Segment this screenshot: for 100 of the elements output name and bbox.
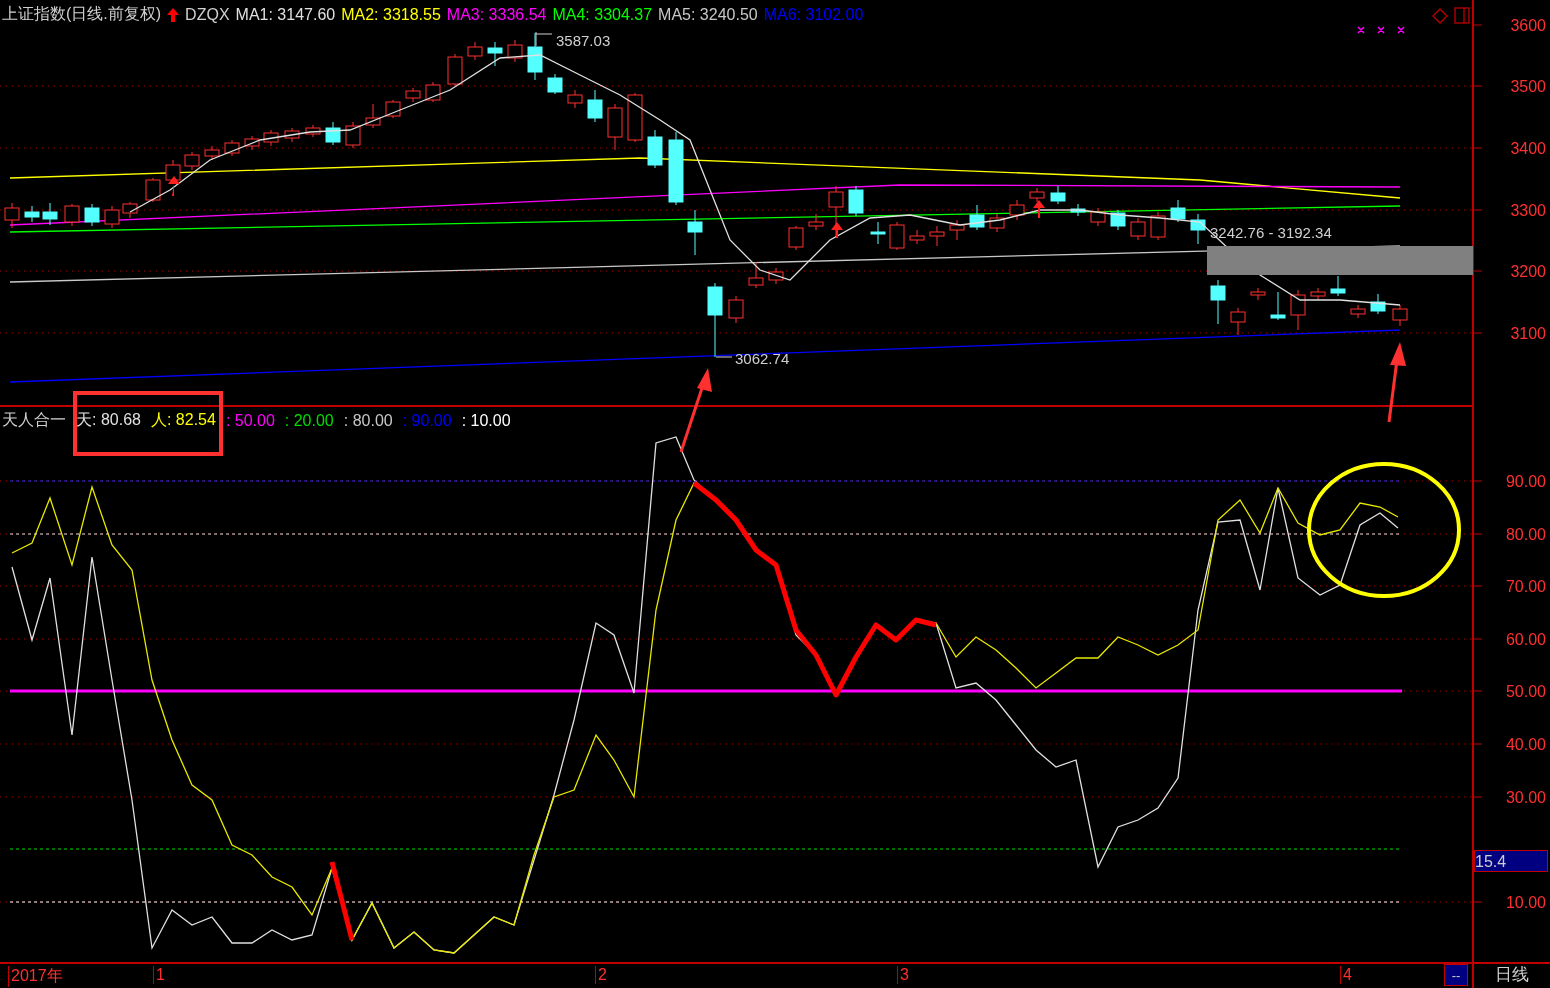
candlestick (263, 129, 279, 147)
indicator-value: 天: 80.68 (76, 410, 141, 430)
indicator-value: : 80.00 (343, 411, 393, 430)
candlestick (204, 145, 220, 161)
candlestick (527, 32, 543, 81)
candlestick (1070, 203, 1086, 217)
axis-label: 3600 (1510, 17, 1546, 34)
axis-label: 50.00 (1505, 683, 1546, 700)
indicator-value: : 10.00 (461, 411, 511, 430)
date-label: 2017年 (8, 966, 63, 987)
candlestick (224, 139, 240, 157)
axis-label: 30.00 (1505, 789, 1546, 806)
scroll-button[interactable]: -- (1444, 964, 1468, 986)
chart-title: 上证指数(日线.前复权) (2, 4, 162, 24)
axis-label: 3300 (1510, 202, 1546, 219)
candlestick (305, 124, 321, 138)
candlestick (929, 225, 945, 247)
candlestick (507, 39, 523, 63)
price-annotation: 3242.76 - 3192.34 (1210, 224, 1332, 241)
indicator-value: : 20.00 (284, 411, 334, 430)
cross-marks-icon (1357, 26, 1405, 34)
date-label: 3 (897, 966, 909, 984)
candlestick (1250, 287, 1266, 301)
candlestick (284, 127, 300, 143)
candlestick (122, 201, 138, 219)
axis-label: 3400 (1510, 140, 1546, 157)
candlestick (447, 53, 463, 87)
cursor-value-label: 15.4 (1474, 850, 1548, 872)
candlestick (1290, 289, 1306, 331)
candlestick (1210, 279, 1226, 325)
candlestick (345, 121, 361, 149)
candlestick (748, 261, 764, 289)
date-label: 4 (1340, 966, 1352, 984)
moving-average-value: MA4: 3304.37 (552, 5, 653, 24)
diamond-icon (1432, 8, 1448, 24)
candlestick (1050, 185, 1066, 205)
axis-label: 60.00 (1505, 631, 1546, 648)
candlestick (687, 209, 703, 256)
axis-label: 3100 (1510, 325, 1546, 342)
moving-average-value: MA5: 3240.50 (658, 5, 758, 24)
indicator-value: : 50.00 (225, 411, 275, 430)
axis-label: 90.00 (1505, 473, 1546, 490)
candlestick (989, 213, 1005, 233)
moving-average-value: MA2: 3318.55 (341, 5, 441, 24)
price-annotation: 3587.03 (556, 32, 611, 49)
candlestick (1130, 217, 1146, 241)
candlestick (24, 205, 40, 223)
candlestick (145, 177, 161, 203)
axis-label: 40.00 (1505, 736, 1546, 753)
candlestick (1270, 291, 1286, 321)
leader-line (715, 356, 733, 358)
indicator-value: 人: 82.54 (150, 410, 216, 430)
candlestick (647, 129, 663, 169)
candlestick (728, 295, 744, 324)
candlestick (1350, 304, 1366, 319)
date-label: 1 (153, 966, 165, 984)
moving-average-value: MA3: 3336.54 (446, 5, 547, 24)
axis-label: 70.00 (1505, 578, 1546, 595)
candlestick (467, 41, 483, 61)
candlestick (365, 103, 381, 129)
candlestick (1230, 307, 1246, 336)
candlestick (949, 219, 965, 241)
price-annotation: 3062.74 (735, 350, 790, 367)
period-label: 日线 (1474, 962, 1550, 988)
leader-line (535, 31, 553, 47)
candlestick (587, 89, 603, 123)
axis-label: 80.00 (1505, 526, 1546, 543)
panel-layout-icon[interactable] (1454, 7, 1470, 24)
candlestick (909, 229, 925, 245)
candlestick (889, 221, 905, 251)
candlestick (788, 225, 804, 251)
indicator-name: 天人合一 (2, 410, 66, 430)
candlestick (405, 87, 421, 103)
candlestick (870, 221, 886, 245)
candlestick (627, 92, 643, 143)
date-label: 2 (595, 966, 607, 984)
candlestick (567, 89, 583, 109)
candlestick (828, 185, 844, 237)
candlestick (1150, 211, 1166, 241)
candlestick (84, 203, 100, 227)
candlestick (184, 151, 200, 171)
candlestick (1110, 209, 1126, 231)
axis-label: 10.00 (1505, 894, 1546, 911)
moving-average-value: MA6: 3102.00 (763, 5, 864, 24)
up-arrow-icon (167, 7, 180, 22)
candlestick (1090, 207, 1106, 227)
candlestick (325, 121, 341, 146)
candlestick (768, 267, 784, 285)
candlestick (547, 73, 563, 95)
candlestick (1029, 187, 1045, 203)
candlestick (848, 185, 864, 217)
up-arrow-icon (1033, 200, 1045, 218)
candlestick (1190, 213, 1206, 245)
candlestick (104, 205, 120, 229)
candlestick (42, 202, 58, 226)
candlestick (1009, 199, 1025, 221)
candlestick (1370, 293, 1386, 315)
candlestick (1310, 287, 1326, 301)
up-arrow-icon (831, 222, 843, 238)
candlestick (385, 99, 401, 119)
